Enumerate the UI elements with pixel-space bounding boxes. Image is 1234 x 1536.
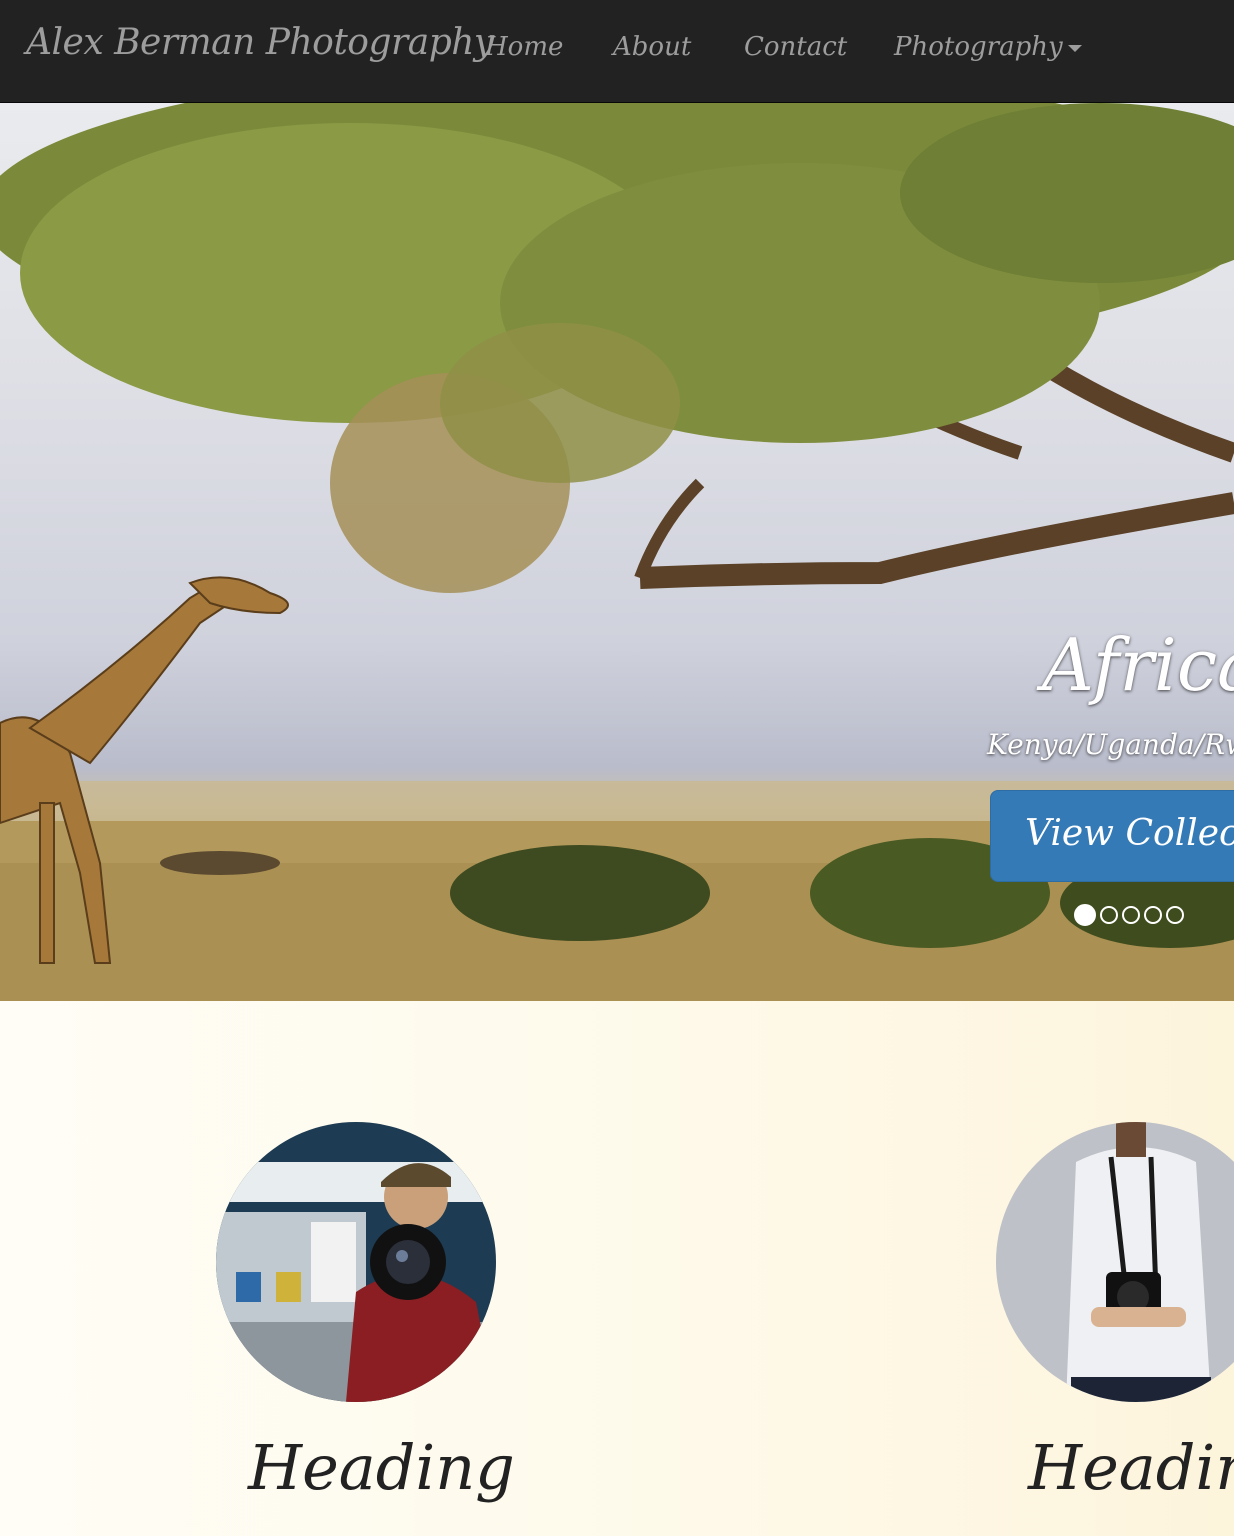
nav-home[interactable]: Home (485, 32, 563, 62)
carousel-indicator[interactable] (1074, 904, 1096, 926)
photographer-portrait-2 (996, 1122, 1234, 1402)
carousel-indicators (1074, 904, 1184, 926)
brand-link[interactable]: Alex Berman Photography (26, 22, 494, 63)
view-collection-button[interactable]: View Collection (990, 790, 1234, 882)
avatar (996, 1122, 1234, 1402)
top-navbar: Alex Berman Photography Home About Conta… (0, 0, 1234, 103)
carousel-indicator[interactable] (1166, 906, 1184, 924)
carousel-indicator[interactable] (1100, 906, 1118, 924)
nav-photography-label: Photography (894, 32, 1063, 62)
marketing-section: Heading Heading (0, 1001, 1234, 1536)
carousel-indicator[interactable] (1144, 906, 1162, 924)
nav-about[interactable]: About (613, 32, 691, 62)
nav-contact[interactable]: Contact (744, 32, 847, 62)
carousel-indicator[interactable] (1122, 906, 1140, 924)
column-heading-2: Heading (1028, 1431, 1234, 1504)
avatar (216, 1122, 496, 1402)
nav-photography-dropdown[interactable]: Photography (894, 32, 1082, 62)
slide-subtitle: Kenya/Uganda/Rwanda (987, 728, 1234, 761)
photographer-portrait-1 (216, 1122, 496, 1402)
caret-down-icon (1067, 44, 1082, 52)
slide-title: Africa (1042, 623, 1234, 707)
column-heading-1: Heading (248, 1431, 515, 1504)
hero-carousel: Africa Kenya/Uganda/Rwanda View Collecti… (0, 103, 1234, 1001)
